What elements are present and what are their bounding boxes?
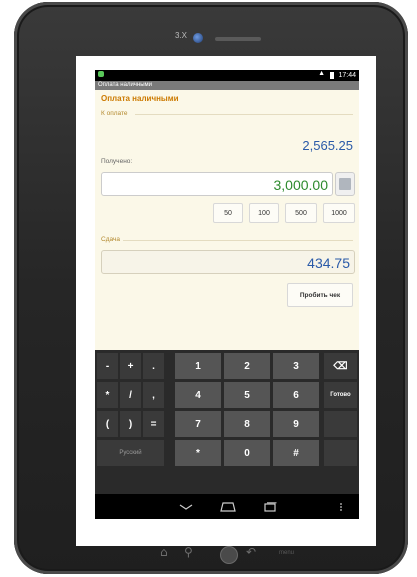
divider: [123, 240, 353, 241]
display: ▲ 17:44 Оплата наличными Оплата наличным…: [95, 70, 359, 519]
home-nav-icon[interactable]: [213, 494, 243, 519]
calculator-button[interactable]: [335, 172, 355, 196]
keyboard-key[interactable]: 4: [175, 382, 221, 408]
hw-home-button[interactable]: [220, 546, 238, 564]
keyboard-key[interactable]: ): [120, 411, 141, 437]
keyboard-key[interactable]: 0: [224, 440, 270, 466]
keyboard-key[interactable]: -: [97, 353, 118, 379]
quick-amount-button[interactable]: 100: [249, 203, 279, 223]
notification-icon: [98, 71, 104, 77]
calculator-icon: [339, 178, 351, 190]
camera-icon: [193, 33, 203, 43]
screen: ▲ 17:44 Оплата наличными Оплата наличным…: [76, 56, 376, 546]
received-label: Получено:: [101, 158, 133, 165]
keyboard-key-blank[interactable]: [324, 411, 357, 437]
backspace-key[interactable]: ⌫: [324, 353, 357, 379]
keyboard-key-blank[interactable]: [324, 440, 357, 466]
change-label: Сдача: [101, 236, 120, 243]
keyboard-key[interactable]: 7: [175, 411, 221, 437]
status-bar: ▲ 17:44: [95, 70, 359, 81]
received-value: 3,000.00: [273, 177, 329, 193]
done-key[interactable]: Готово: [324, 382, 357, 408]
keyboard-key[interactable]: 3: [273, 353, 319, 379]
camera-label: 3.X: [175, 31, 188, 40]
change-field: 434.75: [101, 250, 355, 274]
speaker-grille: [215, 37, 261, 41]
backspace-icon: ⌫: [333, 360, 348, 372]
language-key[interactable]: Русский: [97, 440, 164, 466]
form-title: Оплата наличными: [101, 94, 179, 103]
overflow-menu-icon[interactable]: [331, 494, 351, 519]
keyboard-key[interactable]: 6: [273, 382, 319, 408]
hw-search-icon[interactable]: ⚲: [184, 545, 193, 559]
tablet-frame: 3.X ▲ 17:44 Оплата наличными Оплата нали…: [14, 2, 408, 574]
hw-menu-label[interactable]: menu: [279, 550, 294, 556]
keyboard-key[interactable]: 8: [224, 411, 270, 437]
keyboard-key[interactable]: ,: [143, 382, 164, 408]
keyboard-key[interactable]: *: [97, 382, 118, 408]
change-value: 434.75: [307, 255, 350, 271]
quick-amount-button[interactable]: 1000: [323, 203, 355, 223]
keyboard-key[interactable]: +: [120, 353, 141, 379]
received-input[interactable]: 3,000.00: [101, 172, 333, 196]
keyboard-key[interactable]: .: [143, 353, 164, 379]
wifi-icon: ▲: [318, 70, 325, 77]
keyboard-key[interactable]: (: [97, 411, 118, 437]
keyboard-key[interactable]: 2: [224, 353, 270, 379]
keyboard-key[interactable]: /: [120, 382, 141, 408]
hw-home-house-icon[interactable]: ⌂: [160, 545, 168, 559]
back-nav-icon[interactable]: [171, 494, 201, 519]
keyboard-key[interactable]: 1: [175, 353, 221, 379]
keyboard-key[interactable]: =: [143, 411, 164, 437]
app-title-bar: Оплата наличными: [95, 81, 359, 90]
amount-due-label: К оплате: [101, 110, 128, 117]
print-receipt-button[interactable]: Пробить чек: [287, 283, 353, 307]
keyboard-key[interactable]: #: [273, 440, 319, 466]
quick-amount-button[interactable]: 50: [213, 203, 243, 223]
hw-back-icon[interactable]: ↶: [246, 545, 256, 559]
battery-icon: [330, 72, 334, 79]
keyboard-key[interactable]: *: [175, 440, 221, 466]
recent-apps-nav-icon[interactable]: [255, 494, 285, 519]
divider: [135, 114, 353, 115]
quick-amount-button[interactable]: 500: [285, 203, 317, 223]
status-time: 17:44: [338, 72, 356, 79]
on-screen-keyboard: - + . 1 2 3 ⌫ * / , 4 5 6 Готово ( ) = 7: [95, 350, 359, 494]
keyboard-key[interactable]: 9: [273, 411, 319, 437]
keyboard-key[interactable]: 5: [224, 382, 270, 408]
amount-due-value: 2,565.25: [302, 138, 353, 153]
navigation-bar: [95, 494, 359, 519]
